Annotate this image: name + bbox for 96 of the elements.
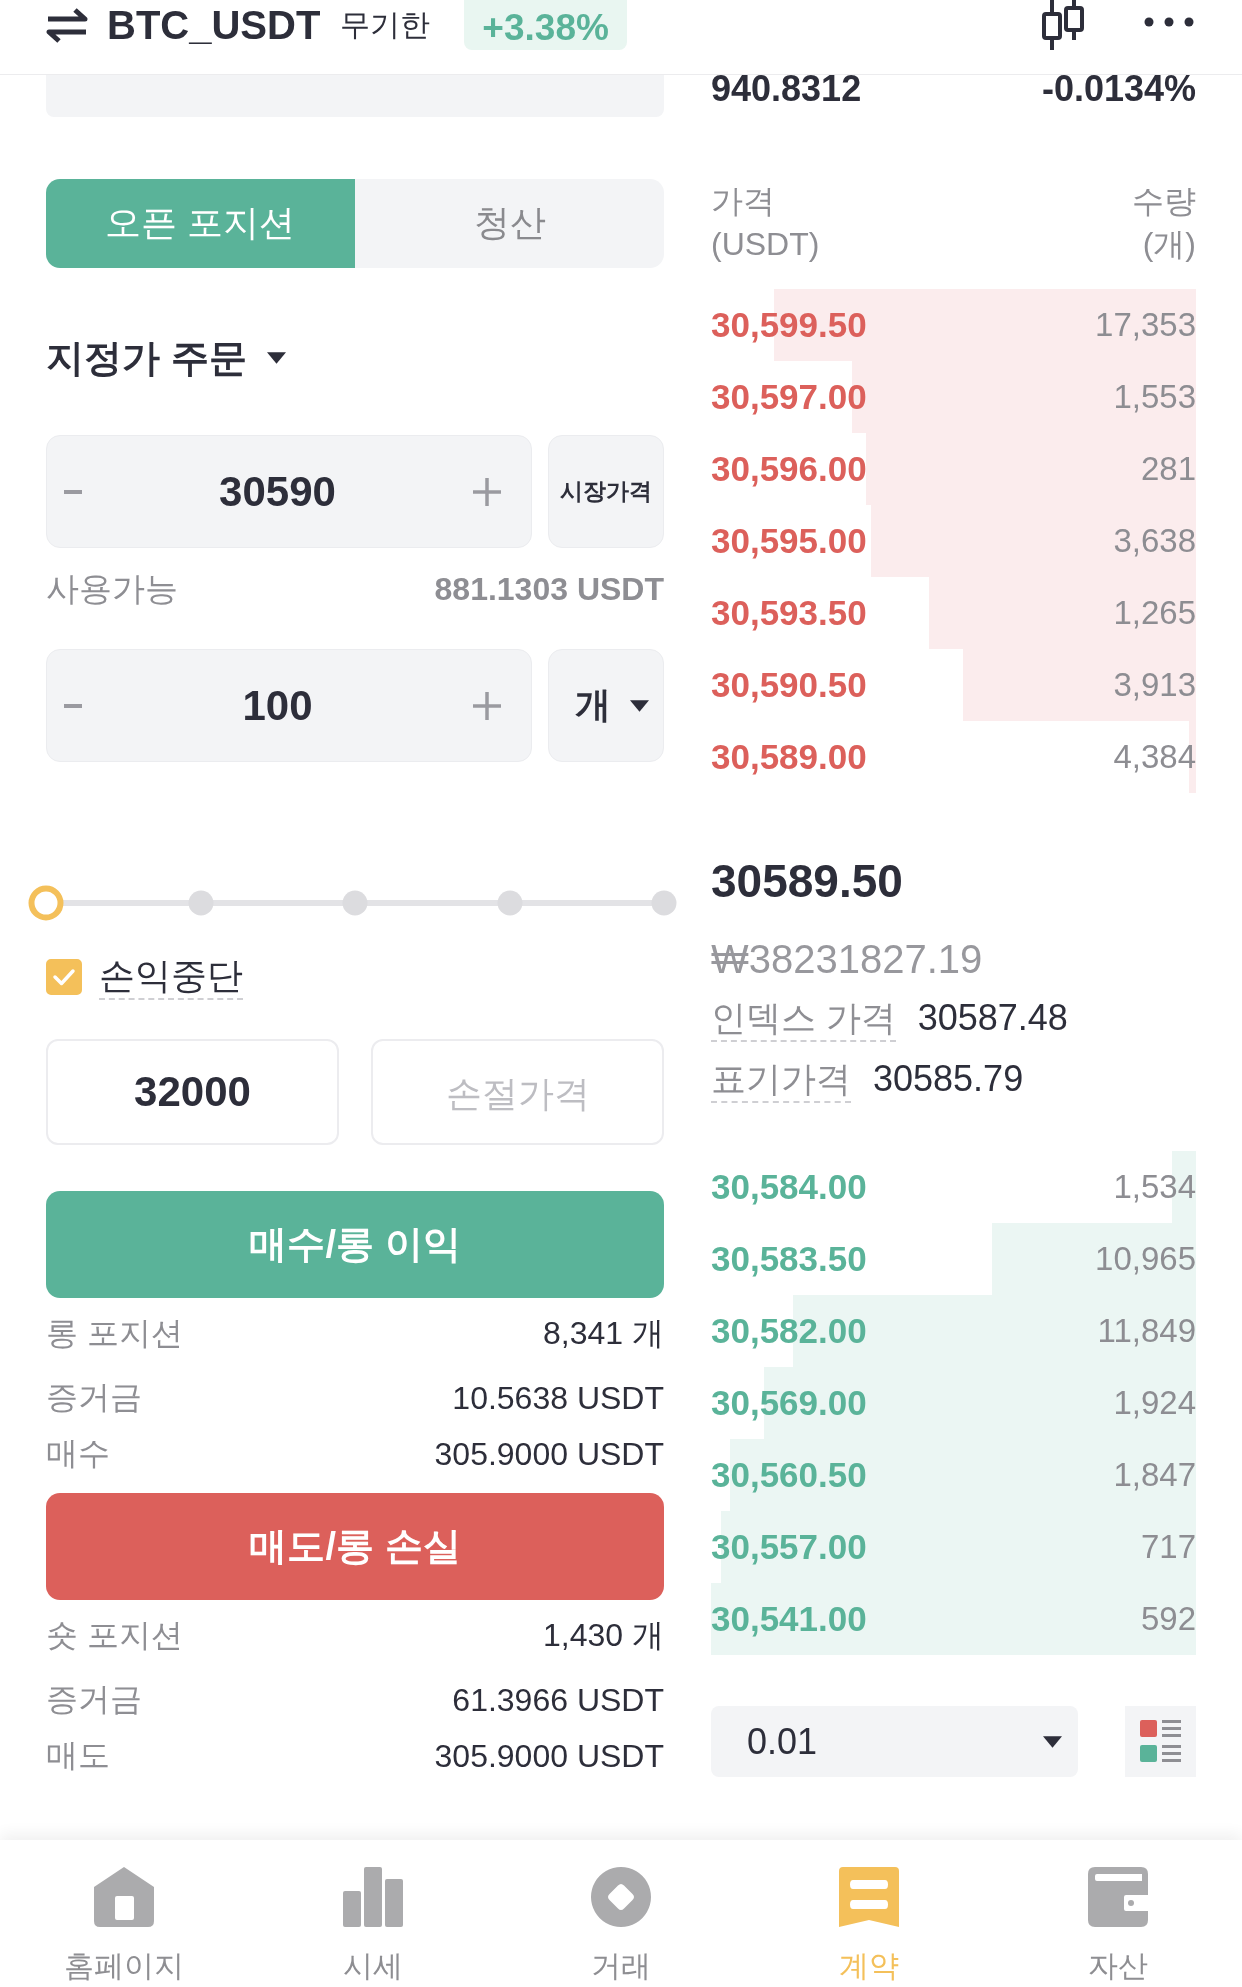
unit-dropdown[interactable]: 개 bbox=[548, 649, 664, 762]
mark-price-value: 30585.79 bbox=[873, 1057, 1024, 1101]
order-amount: 10,965 bbox=[1095, 1240, 1196, 1278]
order-amount: 17,353 bbox=[1095, 306, 1196, 344]
info-value: 61.3966 USDT bbox=[452, 1681, 664, 1719]
ticker-value: 940.8312 bbox=[711, 75, 862, 103]
stop-label: 손익중단 bbox=[99, 954, 243, 1000]
ask-price[interactable]: 30,593.50 bbox=[711, 593, 867, 633]
step-dot-icon[interactable] bbox=[342, 890, 368, 916]
change-badge: +3.38% bbox=[464, 0, 627, 50]
tab[interactable]: 청산 bbox=[355, 179, 664, 268]
info-label: 숏 포지션 bbox=[46, 1616, 183, 1655]
tab[interactable]: 오픈 포지션 bbox=[46, 179, 355, 268]
plus-icon[interactable] bbox=[473, 477, 501, 506]
minus-icon[interactable] bbox=[64, 703, 82, 708]
pair-title: BTC_USDT bbox=[107, 2, 321, 49]
column-header: 수량 (개) bbox=[1132, 182, 1196, 264]
last-price: 30589.50 bbox=[711, 854, 903, 909]
sell-button[interactable]: 매도/롱 손실 bbox=[46, 1493, 664, 1600]
caret-icon bbox=[1043, 1735, 1062, 1748]
info-label: 매도 bbox=[46, 1736, 110, 1775]
swap-icon[interactable] bbox=[46, 7, 88, 43]
order-amount: 1,924 bbox=[1113, 1384, 1196, 1422]
info-value: 1,430 개 bbox=[543, 1616, 664, 1655]
orderbook-layout-icon[interactable] bbox=[1125, 1706, 1196, 1777]
checkbox[interactable] bbox=[46, 959, 82, 995]
bar-chart-icon bbox=[342, 1867, 403, 1927]
minus-icon[interactable] bbox=[64, 489, 82, 494]
info-label: 매수 bbox=[46, 1434, 110, 1473]
slider-thumb[interactable] bbox=[28, 885, 64, 921]
ask-price[interactable]: 30,597.00 bbox=[711, 377, 867, 417]
caret-icon bbox=[630, 699, 649, 712]
contract-type-label: 무기한 bbox=[340, 7, 431, 43]
info-value: 305.9000 USDT bbox=[434, 1737, 664, 1775]
rate-value: -0.0134% bbox=[1041, 75, 1196, 103]
info-value: 10.5638 USDT bbox=[452, 1379, 664, 1417]
step-dot-icon[interactable] bbox=[188, 890, 213, 916]
market-price-button[interactable]: 시장가격 bbox=[548, 435, 664, 548]
bid-price[interactable]: 30,583.50 bbox=[711, 1239, 867, 1279]
bid-price[interactable]: 30,560.50 bbox=[711, 1455, 867, 1495]
info-value: 305.9000 USDT bbox=[434, 1435, 664, 1473]
ask-price[interactable]: 30,589.00 bbox=[711, 737, 867, 777]
plus-icon[interactable] bbox=[473, 691, 501, 720]
order-amount: 3,638 bbox=[1113, 522, 1196, 560]
order-amount: 1,553 bbox=[1113, 378, 1196, 416]
stop-loss-field[interactable]: 손절가격 bbox=[371, 1039, 664, 1145]
price-stepper[interactable]: 30590 bbox=[46, 435, 532, 548]
ask-price[interactable]: 30,596.00 bbox=[711, 449, 867, 489]
price-input[interactable]: 30590 bbox=[94, 463, 461, 520]
order-amount: 4,384 bbox=[1113, 738, 1196, 776]
order-amount: 1,534 bbox=[1113, 1168, 1196, 1206]
info-label: 증거금 bbox=[46, 1680, 142, 1719]
nav-tab[interactable]: 홈페이지 bbox=[64, 1840, 185, 1984]
info-label: 증거금 bbox=[46, 1378, 142, 1417]
mark-price-label[interactable]: 표기가격 bbox=[711, 1057, 851, 1103]
step-dot-icon[interactable] bbox=[497, 890, 522, 916]
order-amount: 1,847 bbox=[1113, 1456, 1196, 1494]
available-value: 881.1303 USDT bbox=[434, 570, 664, 608]
quantity-input[interactable]: 100 bbox=[94, 677, 461, 734]
order-amount: 592 bbox=[1140, 1600, 1196, 1638]
column-header: 가격 (USDT) bbox=[711, 182, 820, 264]
wallet-icon bbox=[1087, 1867, 1148, 1927]
bid-price[interactable]: 30,582.00 bbox=[711, 1311, 867, 1351]
more-icon[interactable] bbox=[1144, 17, 1194, 27]
document-icon bbox=[839, 1867, 900, 1927]
bid-price[interactable]: 30,541.00 bbox=[711, 1599, 867, 1639]
ask-price[interactable]: 30,599.50 bbox=[711, 305, 867, 345]
step-dot-icon[interactable] bbox=[651, 890, 677, 916]
bid-price[interactable]: 30,557.00 bbox=[711, 1527, 867, 1567]
order-amount: 717 bbox=[1140, 1528, 1196, 1566]
index-price-label[interactable]: 인덱스 가격 bbox=[711, 996, 896, 1042]
index-price-value: 30587.48 bbox=[917, 996, 1068, 1040]
order-type-dropdown[interactable]: 지정가 주문 bbox=[46, 333, 286, 383]
ask-price[interactable]: 30,590.50 bbox=[711, 665, 867, 705]
take-profit-field[interactable]: 32000 bbox=[46, 1039, 339, 1145]
info-value: 8,341 개 bbox=[543, 1314, 664, 1353]
nav-tab[interactable]: 시세 bbox=[342, 1840, 403, 1984]
order-amount: 281 bbox=[1140, 450, 1196, 488]
caret-icon bbox=[266, 352, 286, 364]
order-amount: 11,849 bbox=[1097, 1312, 1196, 1350]
available-label: 사용가능 bbox=[46, 568, 178, 609]
candlestick-icon[interactable] bbox=[1041, 0, 1085, 50]
nav-tab[interactable]: 거래 bbox=[591, 1840, 651, 1984]
bid-price[interactable]: 30,584.00 bbox=[711, 1167, 867, 1207]
order-amount: 1,265 bbox=[1113, 594, 1196, 632]
nav-tab[interactable]: 자산 bbox=[1087, 1840, 1148, 1984]
krw-price: ₩38231827.19 bbox=[711, 936, 983, 983]
nav-tab[interactable]: 계약 bbox=[839, 1840, 900, 1984]
quantity-stepper[interactable]: 100 bbox=[46, 649, 532, 762]
ask-price[interactable]: 30,595.00 bbox=[711, 521, 867, 561]
bid-price[interactable]: 30,569.00 bbox=[711, 1383, 867, 1423]
info-label: 롱 포지션 bbox=[46, 1314, 183, 1353]
order-amount: 3,913 bbox=[1113, 666, 1196, 704]
buy-button[interactable]: 매수/롱 이익 bbox=[46, 1191, 664, 1298]
depth-dropdown[interactable]: 0.01 bbox=[711, 1706, 1078, 1777]
home-icon bbox=[94, 1867, 155, 1927]
